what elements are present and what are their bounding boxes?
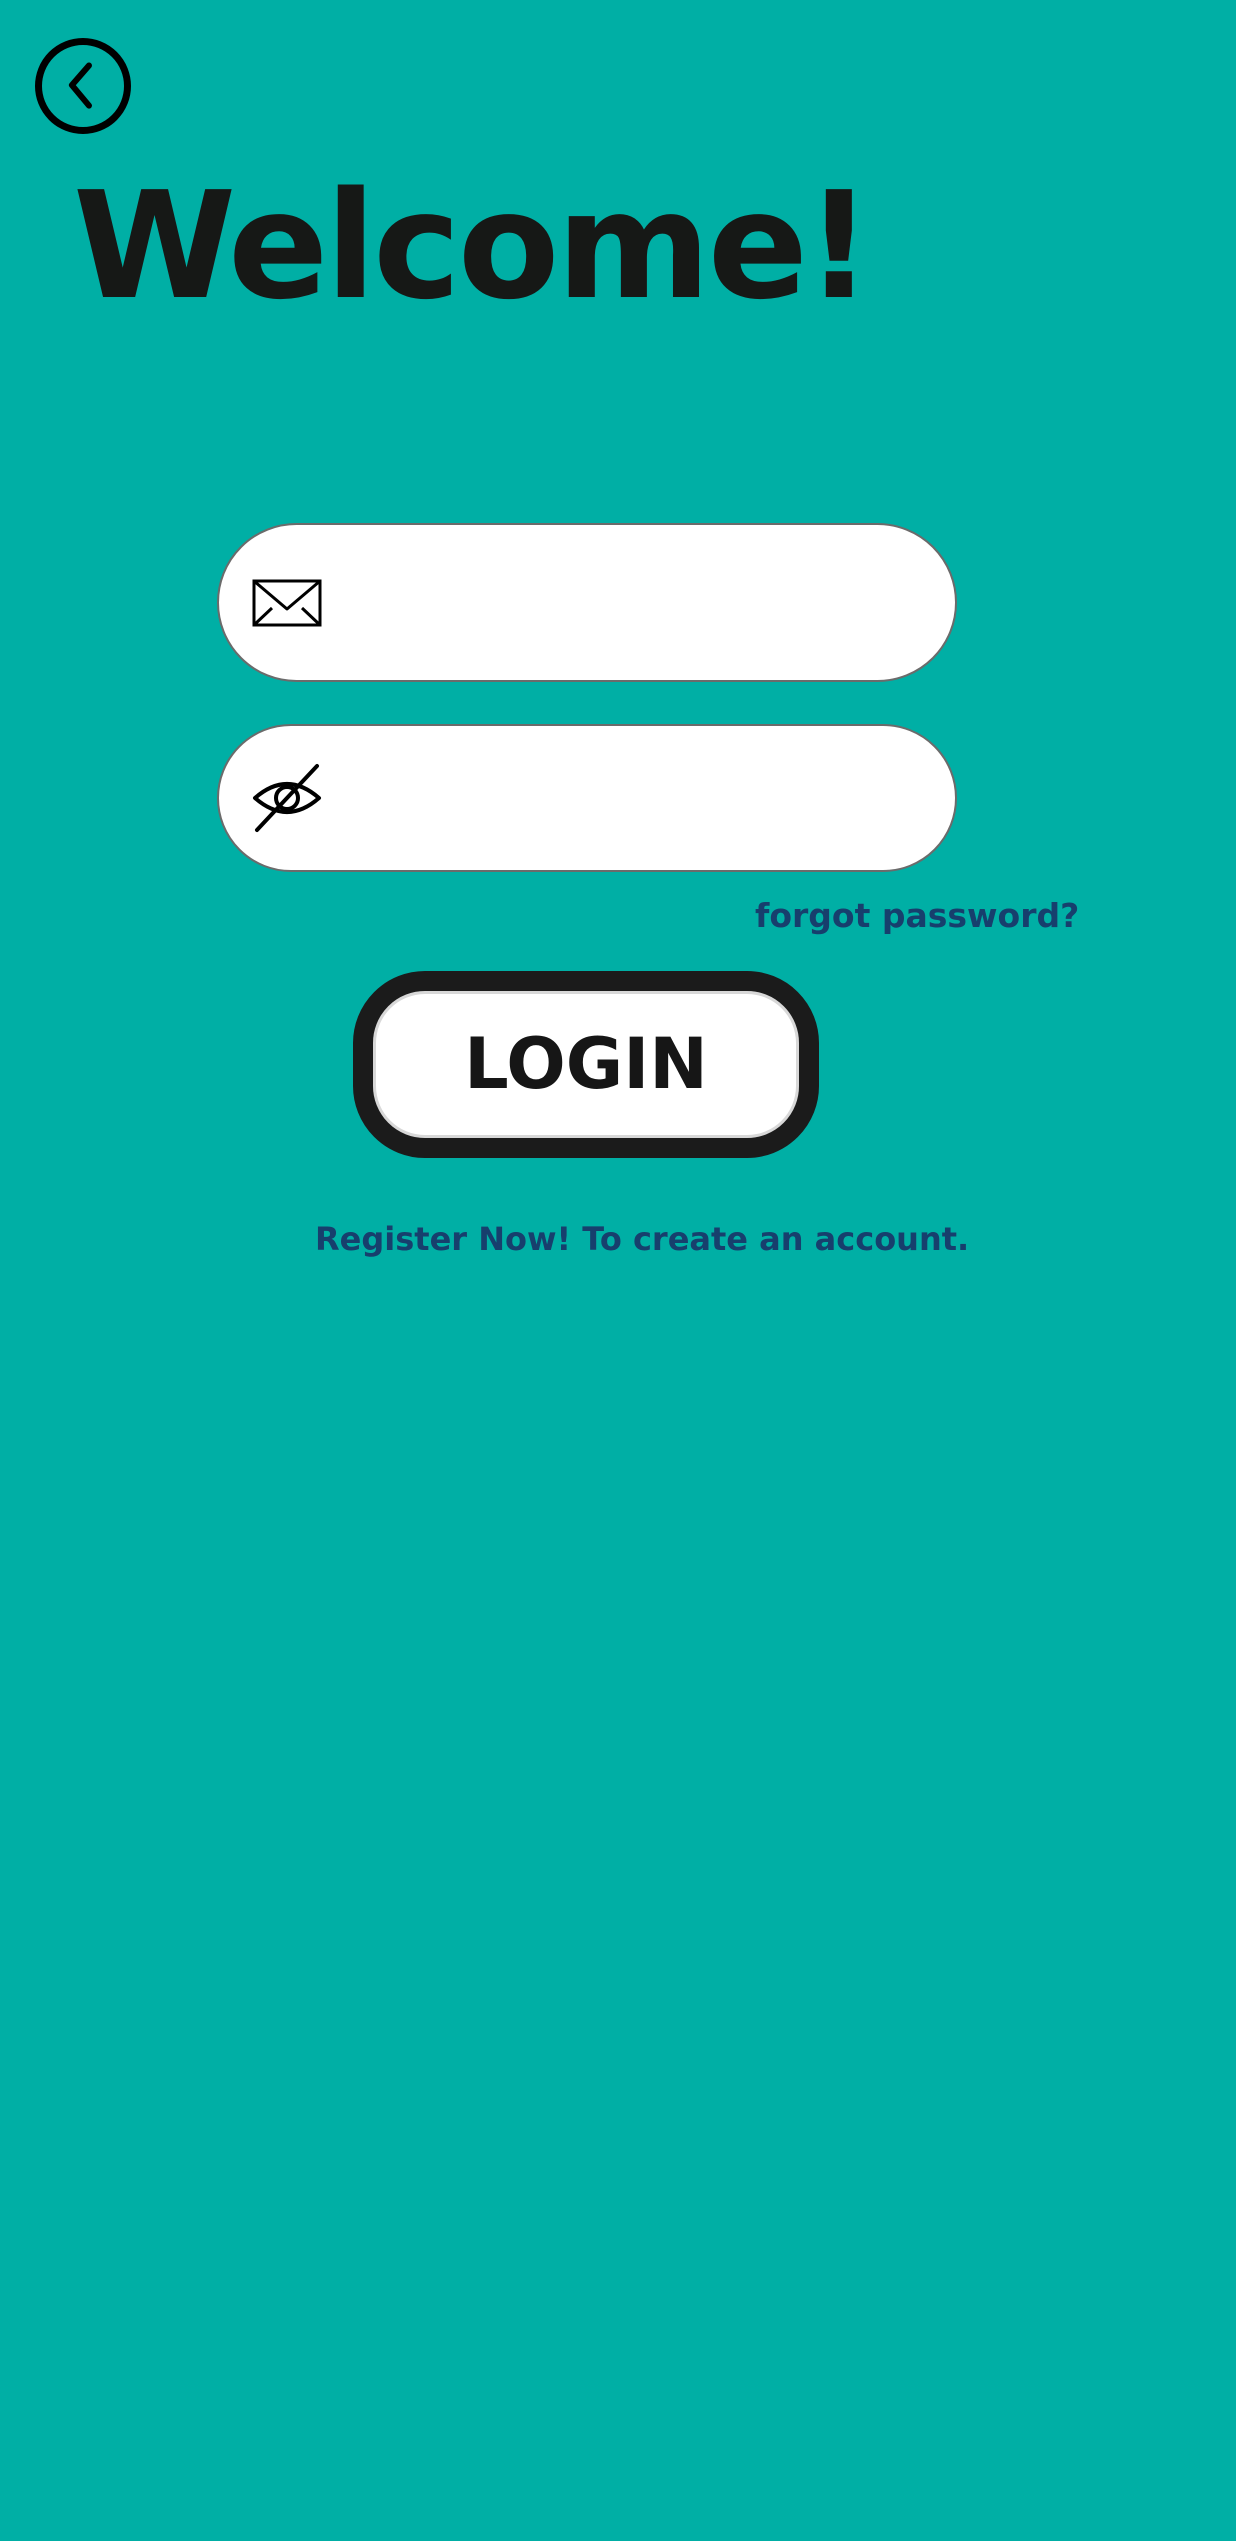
back-button[interactable]: [35, 38, 131, 134]
page-title: Welcome!: [73, 160, 873, 332]
eye-slash-icon[interactable]: [251, 762, 323, 834]
forgot-password-link[interactable]: forgot password?: [755, 896, 1079, 935]
email-input[interactable]: [349, 525, 895, 680]
email-field[interactable]: [217, 523, 957, 682]
register-link[interactable]: Register Now! To create an account.: [315, 1220, 969, 1258]
password-field[interactable]: [217, 724, 957, 872]
envelope-icon: [251, 567, 323, 639]
chevron-left-icon: [68, 62, 92, 109]
password-input[interactable]: [349, 726, 895, 870]
login-button[interactable]: LOGIN: [353, 971, 819, 1158]
